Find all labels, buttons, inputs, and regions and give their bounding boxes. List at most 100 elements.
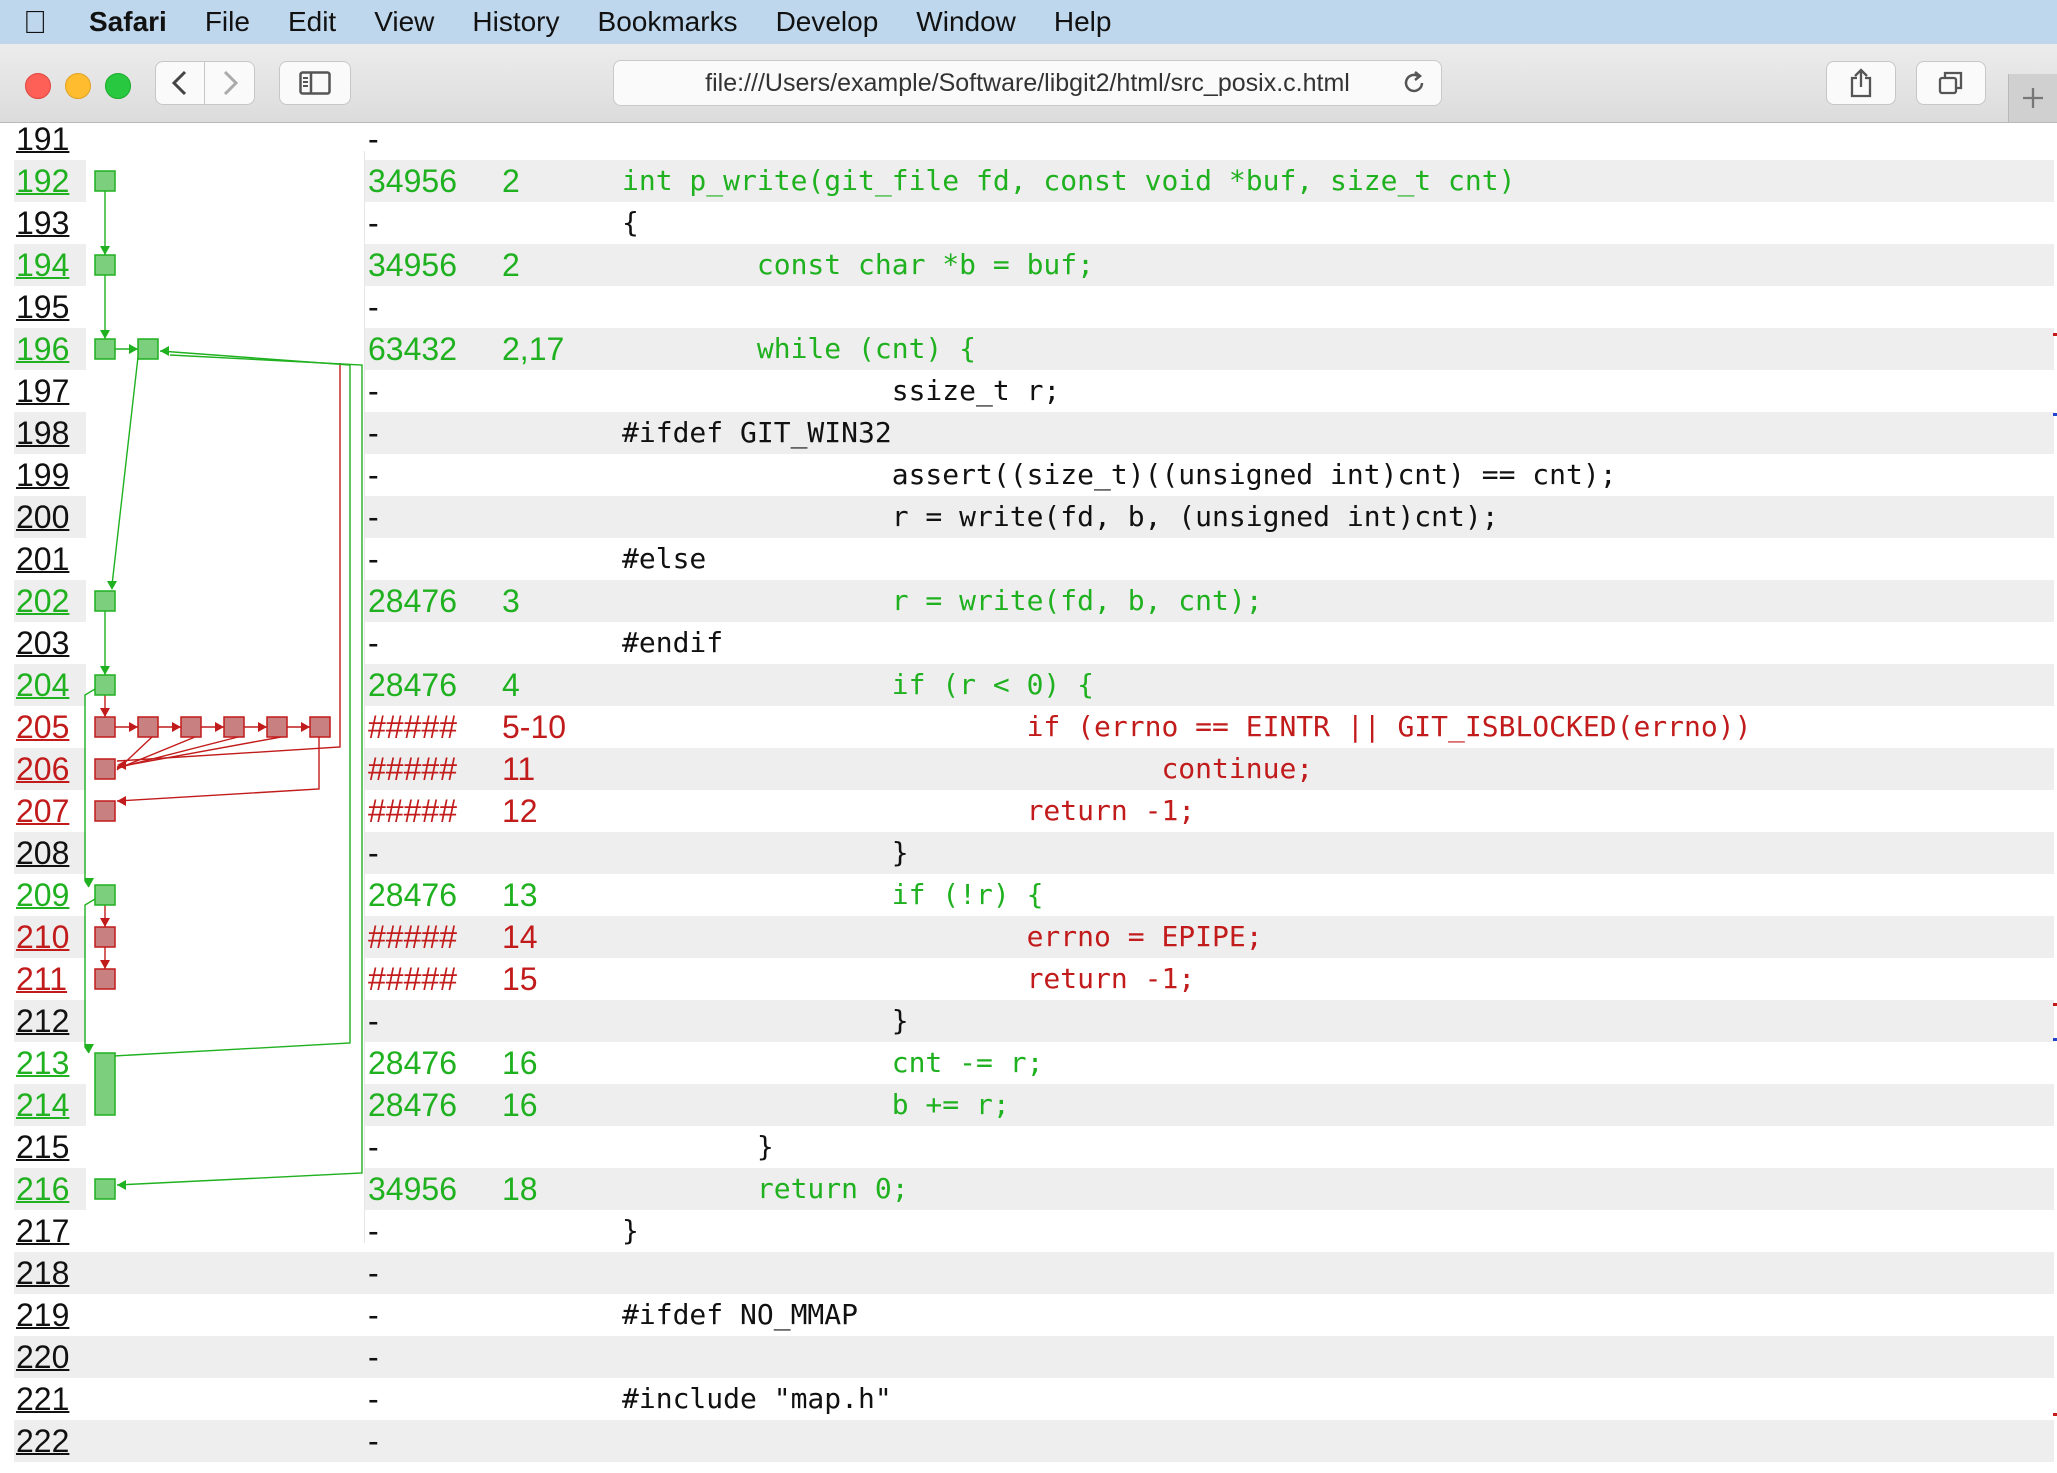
line-number-link[interactable]: 207 [16, 790, 69, 832]
line-number-link[interactable]: 193 [16, 202, 69, 244]
source-code: #else [622, 542, 707, 575]
source-code: cnt -= r; [622, 1046, 1044, 1079]
block-ids: 2 [502, 163, 520, 199]
line-number-link[interactable]: 222 [16, 1420, 69, 1462]
control-flow-graph-panel [86, 151, 365, 1243]
line-number-link[interactable]: 208 [16, 832, 69, 874]
block-ids: 2 [502, 247, 520, 283]
block-ids: 18 [502, 1171, 538, 1207]
new-tab-button[interactable] [2008, 74, 2057, 122]
line-number-link[interactable]: 194 [16, 244, 69, 286]
source-line-row: 221 - #include "map.h" [14, 1378, 2054, 1420]
share-icon [1850, 68, 1872, 98]
line-number-link[interactable]: 220 [16, 1336, 69, 1378]
menu-help[interactable]: Help [1035, 6, 1131, 38]
menu-develop[interactable]: Develop [757, 6, 898, 38]
execution-count: 34956 [368, 1171, 457, 1207]
minimize-window-button[interactable] [65, 73, 91, 99]
source-code: } [622, 836, 909, 869]
line-number-link[interactable]: 218 [16, 1252, 69, 1294]
menu-history[interactable]: History [453, 6, 578, 38]
execution-count: - [368, 289, 379, 325]
execution-count: ##### [368, 961, 457, 997]
menu-view[interactable]: View [355, 6, 453, 38]
sidebar-toggle-button[interactable] [279, 61, 351, 105]
share-button[interactable] [1826, 61, 1896, 105]
execution-count: ##### [368, 919, 457, 955]
zoom-window-button[interactable] [105, 73, 131, 99]
source-code: } [622, 1214, 639, 1247]
line-number-link[interactable]: 221 [16, 1378, 69, 1420]
execution-count: 34956 [368, 163, 457, 199]
execution-count: - [368, 415, 379, 451]
line-number-link[interactable]: 191 [16, 123, 69, 160]
source-code: r = write(fd, b, cnt); [622, 584, 1263, 617]
source-code: if (errno == EINTR || GIT_ISBLOCKED(errn… [622, 710, 1752, 743]
tab-overview-button[interactable] [1916, 61, 1986, 105]
menu-window[interactable]: Window [897, 6, 1035, 38]
vertical-scrollbar[interactable] [2053, 123, 2057, 1473]
apple-menu-icon[interactable]:  [0, 4, 70, 41]
line-number-link[interactable]: 199 [16, 454, 69, 496]
menu-edit[interactable]: Edit [269, 6, 355, 38]
source-code: if (r < 0) { [622, 668, 1095, 701]
line-number-link[interactable]: 198 [16, 412, 69, 454]
line-number-link[interactable]: 205 [16, 706, 69, 748]
scrollbar-marker [2053, 413, 2057, 416]
line-number-link[interactable]: 212 [16, 1000, 69, 1042]
execution-count: 34956 [368, 247, 457, 283]
line-number-link[interactable]: 206 [16, 748, 69, 790]
source-code: return -1; [622, 794, 1196, 827]
source-line-row: 222 - [14, 1420, 2054, 1462]
line-number-link[interactable]: 215 [16, 1126, 69, 1168]
source-code: continue; [622, 752, 1314, 785]
block-ids: 16 [502, 1087, 538, 1123]
source-code: errno = EPIPE; [622, 920, 1263, 953]
address-bar[interactable]: file:///Users/example/Software/libgit2/h… [613, 60, 1442, 106]
scrollbar-marker [2053, 1003, 2057, 1006]
line-number-link[interactable]: 216 [16, 1168, 69, 1210]
menu-app-name[interactable]: Safari [70, 6, 186, 38]
scrollbar-marker [2053, 333, 2057, 336]
line-number-link[interactable]: 197 [16, 370, 69, 412]
line-number-link[interactable]: 196 [16, 328, 69, 370]
line-number-link[interactable]: 211 [16, 958, 67, 1000]
plus-icon [2023, 88, 2043, 108]
sidebar-icon [299, 71, 331, 95]
execution-count: - [368, 1339, 379, 1375]
line-number-link[interactable]: 195 [16, 286, 69, 328]
line-number-link[interactable]: 192 [16, 160, 69, 202]
execution-count: - [368, 1297, 379, 1333]
source-code: #ifdef GIT_WIN32 [622, 416, 892, 449]
line-number-link[interactable]: 202 [16, 580, 69, 622]
close-window-button[interactable] [25, 73, 51, 99]
block-ids: 11 [502, 751, 536, 787]
reload-icon[interactable] [1401, 70, 1427, 96]
line-number-link[interactable]: 200 [16, 496, 69, 538]
source-code: ssize_t r; [622, 374, 1061, 407]
execution-count: - [368, 1003, 379, 1039]
execution-count: 28476 [368, 583, 457, 619]
line-number-link[interactable]: 210 [16, 916, 69, 958]
line-number-link[interactable]: 209 [16, 874, 69, 916]
line-number-link[interactable]: 219 [16, 1294, 69, 1336]
source-code: while (cnt) { [622, 332, 977, 365]
line-number-link[interactable]: 214 [16, 1084, 69, 1126]
source-code: int p_write(git_file fd, const void *buf… [622, 164, 1516, 197]
line-number-link[interactable]: 201 [16, 538, 69, 580]
line-number-link[interactable]: 204 [16, 664, 69, 706]
source-code: return -1; [622, 962, 1196, 995]
line-number-link[interactable]: 203 [16, 622, 69, 664]
source-code: b += r; [622, 1088, 1010, 1121]
execution-count: ##### [368, 709, 457, 745]
back-button[interactable] [155, 61, 205, 105]
execution-count: - [368, 499, 379, 535]
block-ids: 16 [502, 1045, 538, 1081]
forward-button[interactable] [205, 61, 255, 105]
line-number-link[interactable]: 217 [16, 1210, 69, 1252]
menu-file[interactable]: File [186, 6, 269, 38]
block-ids: 3 [502, 583, 520, 619]
menu-bookmarks[interactable]: Bookmarks [579, 6, 757, 38]
line-number-link[interactable]: 213 [16, 1042, 69, 1084]
source-code: { [622, 206, 639, 239]
